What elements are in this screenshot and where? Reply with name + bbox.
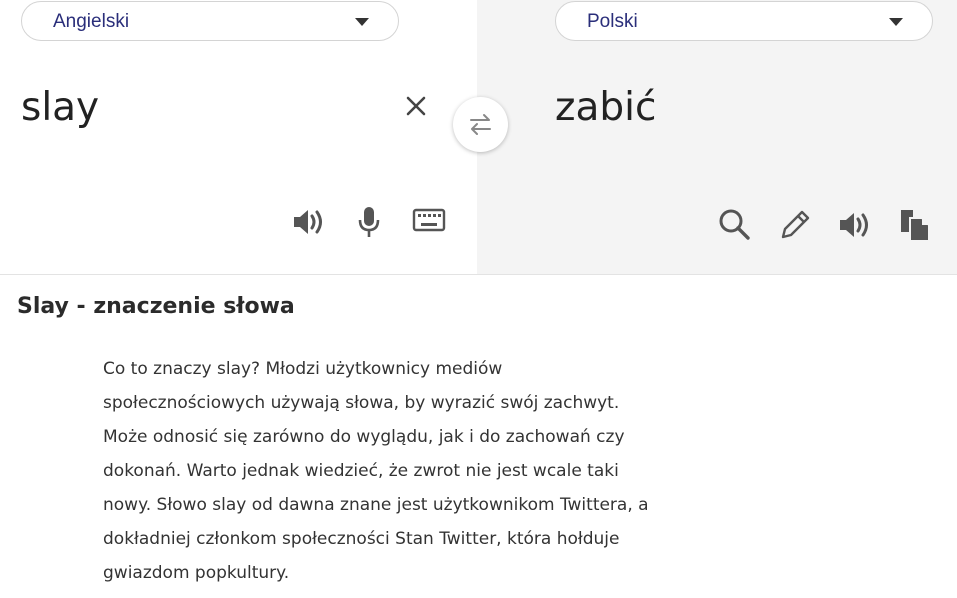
paragraph-line: społecznościowych używają słowa, by wyra… (103, 393, 620, 413)
paragraph-line: Co to znaczy slay? Młodzi użytkownicy me… (103, 359, 503, 379)
article-paragraph: Co to znaczy slay? Młodzi użytkownicy me… (103, 352, 703, 590)
source-language-label: Angielski (53, 11, 130, 32)
target-language-label: Polski (587, 11, 638, 32)
translator-panel: Angielski slay Polski zabić (0, 0, 957, 275)
search-button[interactable] (715, 205, 755, 245)
page: Angielski slay Polski zabić Slay - znacz… (0, 0, 957, 598)
target-speak-button[interactable] (835, 205, 875, 245)
chevron-down-icon (355, 18, 369, 26)
translated-text: zabić (555, 85, 657, 130)
paragraph-line: nowy. Słowo slay od dawna znane jest uży… (103, 495, 649, 515)
keyboard-icon (412, 208, 446, 232)
source-text-input[interactable]: slay (21, 84, 99, 132)
copy-icon (901, 210, 930, 242)
microphone-icon (358, 207, 380, 237)
article-heading: Slay - znaczenie słowa (17, 294, 295, 319)
speaker-icon (294, 210, 322, 234)
search-icon (719, 209, 750, 240)
copy-button[interactable] (895, 205, 935, 245)
chevron-down-icon (889, 18, 903, 26)
pencil-icon (781, 210, 810, 239)
paragraph-line: Może odnosić się zarówno do wyglądu, jak… (103, 427, 625, 447)
clear-button[interactable] (400, 90, 432, 122)
paragraph-line: gwiazdom popkultury. (103, 563, 290, 583)
target-pane: Polski zabić (477, 0, 957, 274)
keyboard-button[interactable] (409, 200, 449, 240)
paragraph-line: dokonań. Warto jednak wiedzieć, że zwrot… (103, 461, 619, 481)
source-pane: Angielski slay (0, 0, 477, 274)
swap-languages-button[interactable] (453, 97, 508, 152)
edit-button[interactable] (775, 205, 815, 245)
microphone-button[interactable] (349, 202, 389, 242)
swap-arrows-icon (470, 114, 491, 135)
paragraph-line: dokładniej członkom społeczności Stan Tw… (103, 529, 620, 549)
close-icon (406, 96, 426, 116)
speaker-icon (840, 213, 868, 237)
target-language-select[interactable]: Polski (555, 1, 933, 41)
source-language-select[interactable]: Angielski (21, 1, 399, 41)
source-speak-button[interactable] (289, 202, 329, 242)
